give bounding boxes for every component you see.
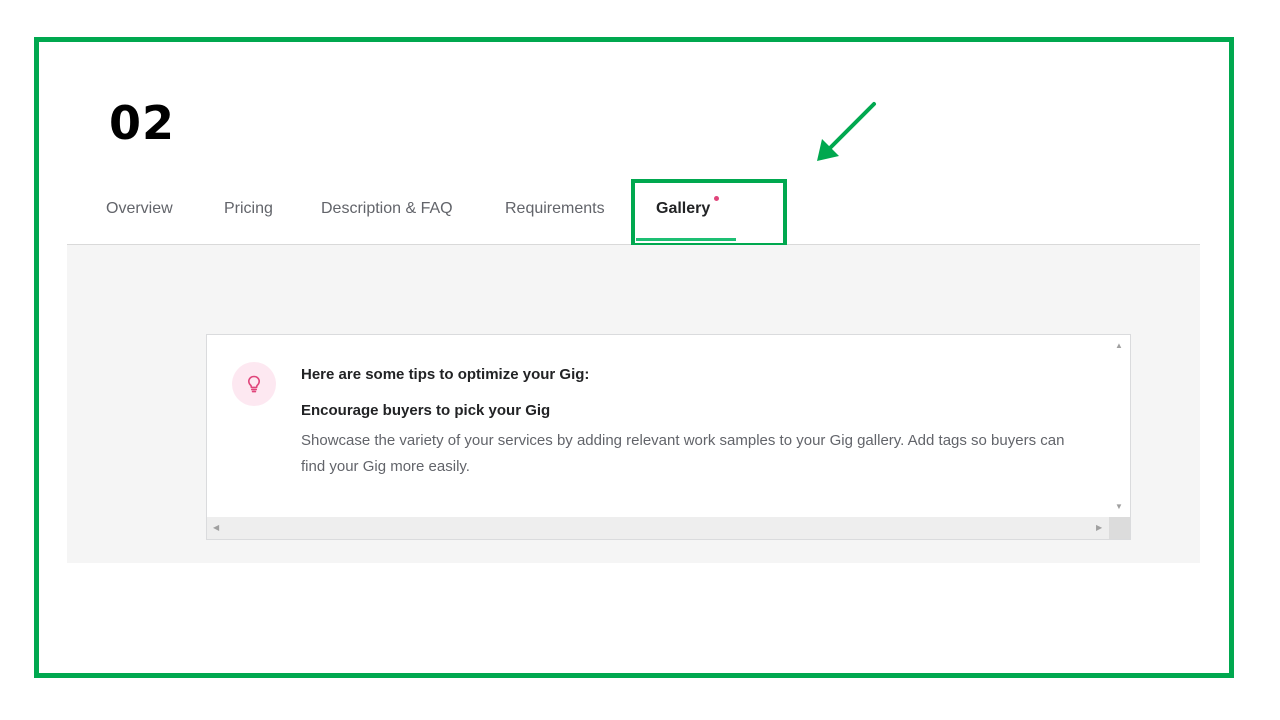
step-number: 02 bbox=[109, 96, 176, 150]
tips-heading: Here are some tips to optimize your Gig: bbox=[301, 366, 590, 383]
scrollbar-corner bbox=[1109, 517, 1130, 539]
horizontal-scrollbar[interactable] bbox=[207, 517, 1109, 539]
scroll-left-icon[interactable]: ◀ bbox=[213, 524, 219, 532]
tab-requirements[interactable]: Requirements bbox=[505, 200, 605, 218]
tips-subheading: Encourage buyers to pick your Gig bbox=[301, 402, 551, 419]
scroll-up-icon[interactable]: ▲ bbox=[1115, 342, 1123, 350]
scroll-right-icon[interactable]: ▶ bbox=[1096, 524, 1102, 532]
tips-body: Showcase the variety of your services by… bbox=[301, 432, 1065, 475]
tab-description-faq[interactable]: Description & FAQ bbox=[321, 200, 453, 218]
lightbulb-icon bbox=[248, 375, 260, 393]
gallery-highlight-box bbox=[631, 179, 787, 247]
tab-pricing[interactable]: Pricing bbox=[224, 200, 273, 218]
scroll-down-icon[interactable]: ▼ bbox=[1115, 503, 1123, 511]
vertical-scrollbar[interactable] bbox=[1109, 335, 1130, 518]
tab-overview[interactable]: Overview bbox=[106, 200, 173, 218]
lightbulb-badge bbox=[232, 362, 276, 406]
annotation-arrow-icon bbox=[817, 102, 876, 161]
